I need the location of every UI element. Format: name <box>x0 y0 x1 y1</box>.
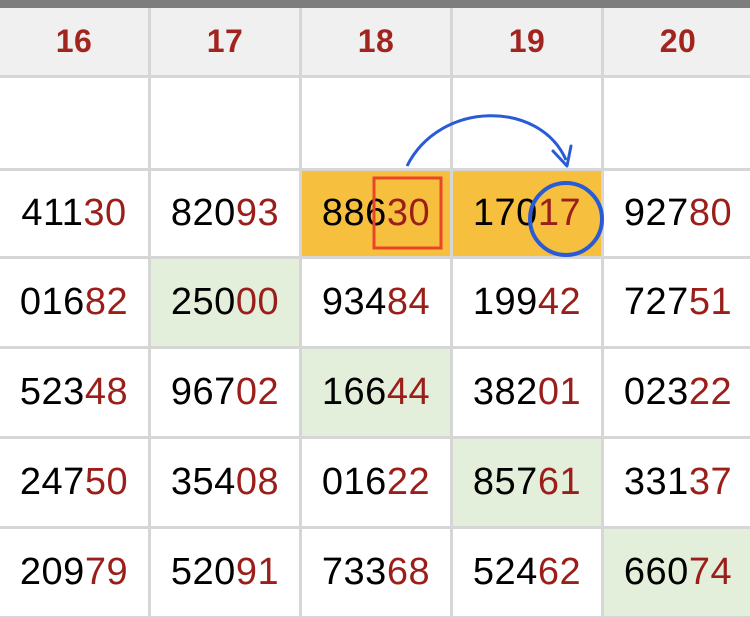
cell-tail: 74 <box>688 551 733 593</box>
cell-head: 382 <box>472 371 538 413</box>
results-table: 16 17 18 19 20 411 30 820 93 886 30 170 17 9… <box>0 8 750 616</box>
table-cell: 247 50 <box>0 439 148 526</box>
cell-tail: 51 <box>688 281 733 323</box>
cell-head: 934 <box>321 281 387 323</box>
cell-head: 820 <box>170 192 236 234</box>
table-cell: 411 30 <box>0 171 148 256</box>
table-cell: 382 01 <box>453 349 601 436</box>
cell-tail: 48 <box>84 371 129 413</box>
cell-tail: 22 <box>386 461 431 503</box>
cell-tail: 68 <box>386 551 431 593</box>
cell-tail: 02 <box>235 371 280 413</box>
empty-cell <box>151 78 299 168</box>
cell-head: 733 <box>321 551 387 593</box>
empty-cell <box>302 78 450 168</box>
cell-head: 727 <box>623 281 689 323</box>
cell-tail: 91 <box>235 551 280 593</box>
cell-tail: 08 <box>235 461 280 503</box>
table-cell: 927 80 <box>604 171 750 256</box>
cell-head: 411 <box>21 192 84 234</box>
cell-head: 209 <box>19 551 85 593</box>
cell-head: 016 <box>321 461 387 503</box>
cell-tail: 17 <box>537 192 582 234</box>
cell-tail: 84 <box>386 281 431 323</box>
cell-tail: 30 <box>386 192 431 234</box>
cell-head: 857 <box>472 461 538 503</box>
cell-tail: 22 <box>688 371 733 413</box>
table-cell-diagonal: 166 44 <box>302 349 450 436</box>
column-header-19: 19 <box>453 8 601 75</box>
cell-head: 524 <box>472 551 538 593</box>
cell-head: 331 <box>623 461 689 503</box>
cell-tail: 80 <box>688 192 733 234</box>
table-cell: 199 42 <box>453 259 601 346</box>
table-cell: 023 22 <box>604 349 750 436</box>
cell-tail: 79 <box>84 551 129 593</box>
cell-tail: 62 <box>537 551 582 593</box>
cell-head: 354 <box>170 461 236 503</box>
cell-tail: 00 <box>235 281 280 323</box>
cell-tail: 37 <box>688 461 733 503</box>
table-cell: 354 08 <box>151 439 299 526</box>
table-cell-highlighted: 170 17 <box>453 171 601 256</box>
empty-cell <box>604 78 750 168</box>
cell-tail: 93 <box>235 192 280 234</box>
column-header-17: 17 <box>151 8 299 75</box>
cell-tail: 82 <box>84 281 129 323</box>
column-header-20: 20 <box>604 8 750 75</box>
table-cell-diagonal: 660 74 <box>604 529 750 616</box>
cell-tail: 50 <box>84 461 129 503</box>
cell-head: 967 <box>170 371 236 413</box>
empty-cell <box>0 78 148 168</box>
top-bar <box>0 0 750 8</box>
table-cell: 727 51 <box>604 259 750 346</box>
cell-head: 886 <box>321 192 387 234</box>
column-header-16: 16 <box>0 8 148 75</box>
table-cell: 934 84 <box>302 259 450 346</box>
table-cell: 733 68 <box>302 529 450 616</box>
table-cell: 524 62 <box>453 529 601 616</box>
cell-head: 166 <box>321 371 387 413</box>
table-cell-diagonal: 250 00 <box>151 259 299 346</box>
cell-head: 927 <box>623 192 689 234</box>
table-cell-highlighted: 886 30 <box>302 171 450 256</box>
cell-head: 016 <box>19 281 85 323</box>
table-cell: 331 37 <box>604 439 750 526</box>
cell-head: 023 <box>623 371 689 413</box>
table-cell: 520 91 <box>151 529 299 616</box>
cell-tail: 42 <box>537 281 582 323</box>
cell-head: 247 <box>19 461 85 503</box>
column-header-18: 18 <box>302 8 450 75</box>
table-cell-diagonal: 857 61 <box>453 439 601 526</box>
table-cell: 016 82 <box>0 259 148 346</box>
empty-cell <box>453 78 601 168</box>
cell-head: 660 <box>623 551 689 593</box>
table-cell: 820 93 <box>151 171 299 256</box>
table-cell: 967 02 <box>151 349 299 436</box>
cell-tail: 44 <box>386 371 431 413</box>
cell-head: 520 <box>170 551 236 593</box>
cell-head: 199 <box>472 281 538 323</box>
cell-head: 170 <box>472 192 538 234</box>
cell-head: 523 <box>19 371 85 413</box>
table-cell: 209 79 <box>0 529 148 616</box>
cell-tail: 30 <box>83 192 127 234</box>
cell-tail: 61 <box>537 461 582 503</box>
table-cell: 016 22 <box>302 439 450 526</box>
table-cell: 523 48 <box>0 349 148 436</box>
cell-head: 250 <box>170 281 236 323</box>
cell-tail: 01 <box>537 371 582 413</box>
